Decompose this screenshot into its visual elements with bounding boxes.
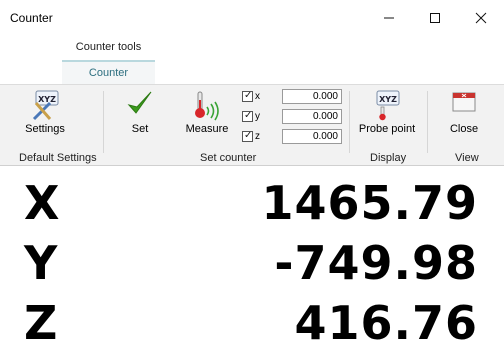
- probe-xyz-icon: XYZ: [376, 90, 400, 121]
- close-label: Close: [449, 123, 479, 135]
- window-title: Counter: [10, 11, 53, 25]
- axis-value-y: -749.98: [274, 236, 478, 290]
- y-value-input[interactable]: 0.000: [282, 109, 342, 124]
- set-label: Set: [131, 123, 149, 135]
- probe-point-label: Probe point: [358, 123, 416, 135]
- close-window-icon: [452, 92, 476, 112]
- settings-xyz-icon: XYZ: [32, 90, 59, 121]
- ribbon-panel: XYZ Settings Set Measure ✓ x ✓ y ✓ z 0.0…: [0, 84, 504, 166]
- x-value-input[interactable]: 0.000: [282, 89, 342, 104]
- maximize-button[interactable]: [412, 0, 458, 35]
- group-separator: [103, 91, 104, 153]
- axis-label-y: Y: [24, 236, 58, 290]
- check-icon: ✓: [244, 130, 253, 141]
- z-checkbox-label: z: [255, 131, 260, 142]
- axis-value-x: 1465.79: [261, 176, 478, 230]
- group-label-view: View: [455, 152, 479, 164]
- measure-button[interactable]: Measure: [184, 89, 230, 137]
- close-view-button[interactable]: Close: [444, 89, 484, 137]
- y-checkbox-label: y: [255, 111, 260, 122]
- svg-text:XYZ: XYZ: [379, 95, 397, 104]
- settings-label: Settings: [25, 123, 65, 135]
- checkmark-icon: [127, 91, 152, 114]
- axis-value-z: 416.76: [294, 296, 478, 350]
- z-value-input[interactable]: 0.000: [282, 129, 342, 144]
- close-window-button[interactable]: [458, 0, 504, 35]
- settings-button[interactable]: XYZ Settings: [20, 89, 70, 137]
- minimize-button[interactable]: [366, 0, 412, 35]
- group-separator: [427, 91, 428, 153]
- probe-point-button[interactable]: XYZ Probe point: [356, 89, 418, 137]
- svg-text:XYZ: XYZ: [38, 95, 56, 104]
- coordinate-readout: X 1465.79 Y -749.98 Z 416.76: [0, 167, 504, 354]
- contextual-tab-header: Counter tools: [75, 41, 142, 53]
- check-icon: ✓: [244, 90, 253, 101]
- axis-label-z: Z: [24, 296, 58, 350]
- maximize-icon: [430, 12, 440, 23]
- set-button[interactable]: Set: [120, 89, 160, 137]
- group-label-set-counter: Set counter: [200, 152, 257, 164]
- close-icon: [475, 12, 487, 23]
- thermometer-signal-icon: [195, 91, 219, 121]
- title-bar: Counter: [0, 0, 504, 35]
- tab-counter[interactable]: Counter: [62, 60, 155, 84]
- counter-window: Counter Counter tools Counter XYZ Settin…: [0, 0, 504, 354]
- group-label-display: Display: [370, 152, 407, 164]
- x-checkbox[interactable]: ✓: [242, 90, 253, 102]
- measure-label: Measure: [185, 123, 229, 135]
- check-icon: ✓: [244, 110, 253, 121]
- axis-label-x: X: [24, 176, 60, 230]
- group-label-default-settings: Default Settings: [19, 152, 97, 164]
- z-checkbox[interactable]: ✓: [242, 130, 253, 142]
- group-separator: [349, 91, 350, 153]
- minimize-icon: [384, 17, 394, 18]
- x-checkbox-label: x: [255, 91, 260, 102]
- y-checkbox[interactable]: ✓: [242, 110, 253, 122]
